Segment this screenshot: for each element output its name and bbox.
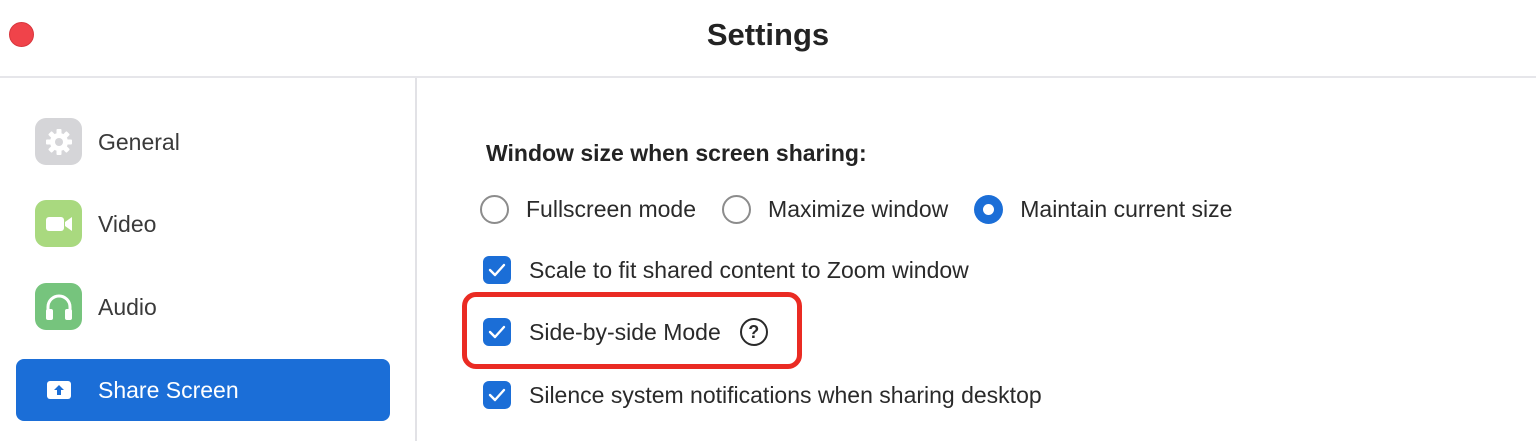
checkmark-icon xyxy=(488,263,506,277)
sidebar-item-video[interactable]: Video xyxy=(16,193,390,255)
checkmark-icon xyxy=(488,325,506,339)
share-screen-icon xyxy=(35,366,82,413)
checkbox-label: Silence system notifications when sharin… xyxy=(529,381,1042,408)
radio-maintain-current-size[interactable]: Maintain current size xyxy=(974,194,1233,224)
radio-label: Maximize window xyxy=(768,195,949,222)
headphones-icon xyxy=(35,283,82,330)
checkbox-side-by-side-mode[interactable]: Side-by-side Mode ? xyxy=(483,315,768,349)
gear-icon xyxy=(35,118,82,165)
sidebar-item-label: General xyxy=(98,129,180,155)
sidebar-item-label: Audio xyxy=(98,294,157,320)
radio-button[interactable] xyxy=(722,194,752,224)
checkbox-label: Scale to fit shared content to Zoom wind… xyxy=(529,256,969,283)
checkbox-checked[interactable] xyxy=(483,318,511,346)
window-size-radio-group: Fullscreen mode Maximize window Maintain… xyxy=(480,191,1258,227)
title-bar: Settings xyxy=(0,0,1536,78)
sidebar-item-share-screen[interactable]: Share Screen xyxy=(16,359,390,421)
radio-button[interactable] xyxy=(480,194,509,224)
checkbox-silence-notifications[interactable]: Silence system notifications when sharin… xyxy=(483,378,1042,412)
checkbox-scale-to-fit[interactable]: Scale to fit shared content to Zoom wind… xyxy=(483,253,969,287)
radio-label: Fullscreen mode xyxy=(526,195,697,222)
window-title: Settings xyxy=(706,17,830,52)
radio-button-selected[interactable] xyxy=(974,194,1004,224)
radio-maximize-window[interactable]: Maximize window xyxy=(722,194,949,224)
settings-sidebar: General Video Audio Share Screen xyxy=(0,78,415,441)
window-size-heading: Window size when screen sharing: xyxy=(486,140,867,166)
sidebar-item-general[interactable]: General xyxy=(16,111,390,173)
radio-fullscreen-mode[interactable]: Fullscreen mode xyxy=(480,194,697,224)
sidebar-item-label: Share Screen xyxy=(98,377,239,403)
checkmark-icon xyxy=(488,388,506,402)
radio-label: Maintain current size xyxy=(1020,195,1233,222)
checkbox-checked[interactable] xyxy=(483,256,511,284)
sidebar-item-audio[interactable]: Audio xyxy=(16,276,390,338)
help-icon[interactable]: ? xyxy=(739,318,768,346)
sidebar-item-label: Video xyxy=(98,211,157,237)
checkbox-label: Side-by-side Mode xyxy=(529,318,721,345)
video-camera-icon xyxy=(35,200,82,247)
checkbox-checked[interactable] xyxy=(483,381,511,409)
share-screen-panel: Window size when screen sharing: Fullscr… xyxy=(417,78,1536,441)
